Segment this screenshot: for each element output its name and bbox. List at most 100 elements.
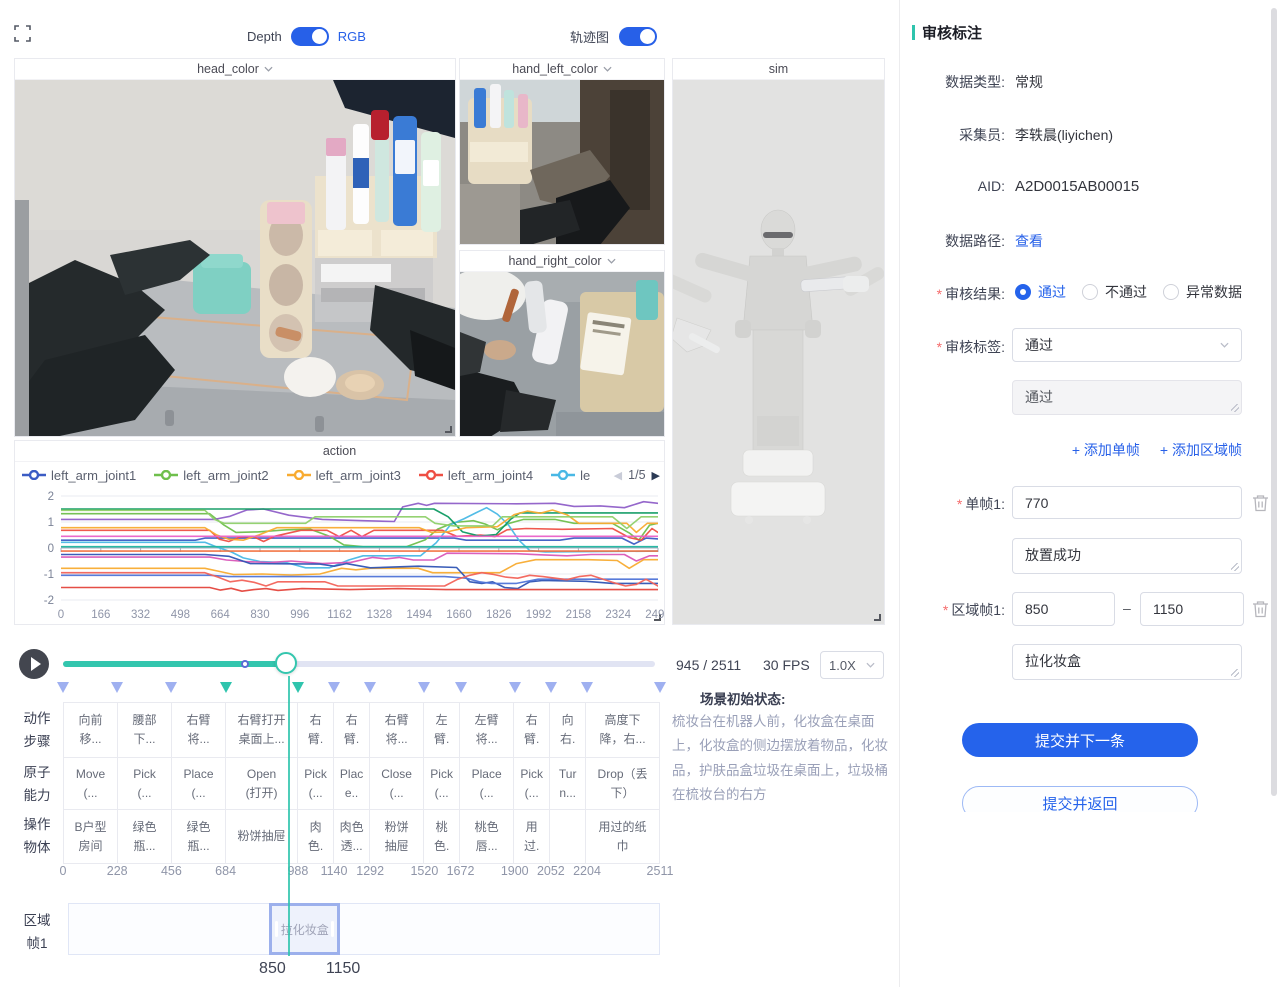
submit-next-button[interactable]: 提交并下一条 — [962, 723, 1198, 757]
step-marker-triangle[interactable] — [364, 682, 376, 693]
radio-selected-icon[interactable] — [1015, 284, 1031, 300]
legend-line-icon — [22, 470, 46, 480]
action-line-chart: 210-1-2016633249866483099611621328149416… — [15, 488, 664, 624]
step-marker-triangle[interactable] — [111, 682, 123, 693]
region-end-label: 1150 — [326, 960, 360, 978]
review-panel-title: 审核标注 — [912, 22, 982, 43]
region-frame-label: *区域帧1: — [912, 600, 1005, 620]
region-end-input[interactable]: 1150 — [1140, 592, 1244, 626]
review-tag-select[interactable]: 通过 — [1012, 328, 1242, 362]
play-button[interactable] — [19, 649, 49, 679]
radio-option-通过[interactable]: 通过 — [1015, 282, 1066, 302]
legend-item[interactable]: le — [551, 468, 590, 483]
legend-next-icon[interactable]: ▶ — [652, 469, 660, 482]
region-start-input[interactable]: 850 — [1012, 592, 1115, 626]
step-marker-triangle[interactable] — [418, 682, 430, 693]
legend-item[interactable]: left_arm_joint4 — [419, 468, 533, 483]
legend-label: left_arm_joint3 — [316, 468, 401, 483]
single-frame-marker-dot[interactable] — [241, 660, 249, 668]
radio-option-异常数据[interactable]: 异常数据 — [1163, 282, 1242, 302]
hand-right-camera-header[interactable]: hand_right_color — [460, 251, 664, 272]
table-cell-object: B户型 房间 — [64, 810, 118, 863]
table-cell-ability: Plac e.. — [334, 758, 370, 809]
step-marker-triangle[interactable] — [220, 682, 232, 693]
trajectory-toggle[interactable] — [619, 27, 657, 46]
legend-page-indicator: 1/5 — [628, 468, 645, 482]
fullscreen-icon[interactable] — [14, 25, 31, 42]
step-marker-triangle[interactable] — [545, 682, 557, 693]
table-cell-ability: Move (... — [64, 758, 118, 809]
frame-axis-label: 1140 — [321, 864, 348, 878]
step-marker-triangle[interactable] — [581, 682, 593, 693]
add-single-frame-link[interactable]: + 添加单帧 — [1072, 440, 1140, 460]
table-cell-ability: Tur n... — [550, 758, 586, 809]
table-cell-step: 腰部 下... — [118, 703, 172, 757]
legend-label: left_arm_joint1 — [51, 468, 136, 483]
legend-item[interactable]: left_arm_joint2 — [154, 468, 268, 483]
sim-robot-image — [673, 80, 884, 624]
table-cell-object: 桃 色. — [424, 810, 460, 863]
svg-text:2324: 2324 — [605, 609, 631, 621]
depth-rgb-toggle[interactable] — [291, 27, 329, 46]
legend-prev-icon[interactable]: ◀ — [614, 469, 622, 482]
range-dash: – — [1123, 600, 1131, 616]
step-marker-triangle[interactable] — [654, 682, 666, 693]
svg-text:2490: 2490 — [645, 609, 664, 621]
region-frame-box[interactable]: 拉化妆盒 — [269, 903, 340, 955]
region-desc-textarea[interactable]: 拉化妆盒 — [1012, 644, 1242, 680]
hand-left-camera-header[interactable]: hand_left_color — [460, 59, 664, 80]
svg-text:1328: 1328 — [367, 609, 393, 621]
step-marker-triangle[interactable] — [57, 682, 69, 693]
region-resize-handle-left[interactable] — [275, 921, 278, 937]
legend-item[interactable]: left_arm_joint3 — [287, 468, 401, 483]
head-camera-header[interactable]: head_color — [15, 59, 455, 80]
head-camera-panel: head_color — [14, 58, 456, 437]
table-cell-object: 肉 色. — [298, 810, 334, 863]
svg-text:166: 166 — [91, 609, 110, 621]
radio-option-不通过[interactable]: 不通过 — [1082, 282, 1147, 302]
add-region-frame-link[interactable]: + 添加区域帧 — [1160, 440, 1242, 460]
submit-return-button[interactable]: 提交并返回 — [962, 786, 1198, 812]
frame-axis-label: 1292 — [356, 864, 384, 878]
slider-handle[interactable] — [275, 652, 297, 674]
collector-label: 采集员: — [912, 125, 1005, 145]
legend-item[interactable]: left_arm_joint1 — [22, 468, 136, 483]
speed-select[interactable]: 1.0X — [820, 651, 884, 679]
radio-unselected-icon[interactable] — [1082, 284, 1098, 300]
single-frame-desc-textarea[interactable]: 放置成功 — [1012, 538, 1242, 574]
frame-axis-label: 228 — [107, 864, 128, 878]
frame-axis-label: 0 — [60, 864, 67, 878]
step-marker-triangle[interactable] — [165, 682, 177, 693]
sim-panel-title: sim — [769, 62, 788, 76]
svg-text:1162: 1162 — [327, 609, 352, 621]
panel-resize-handle[interactable] — [874, 614, 881, 621]
frame-axis-label: 1900 — [501, 864, 529, 878]
frame-axis-label: 2511 — [647, 864, 674, 878]
row-label-action-steps: 动作 步骤 — [14, 708, 60, 754]
sim-panel: sim — [672, 58, 885, 625]
table-cell-object: 桃色 唇... — [460, 810, 514, 863]
svg-text:-2: -2 — [44, 595, 54, 607]
region-resize-handle-right[interactable] — [331, 921, 334, 937]
radio-unselected-icon[interactable] — [1163, 284, 1179, 300]
review-panel: 审核标注 数据类型: 常规 采集员: 李轶晨(liyichen) AID: A2… — [900, 0, 1280, 812]
playback-slider[interactable] — [63, 661, 655, 667]
step-marker-triangle[interactable] — [292, 682, 304, 693]
review-tag-note-textarea[interactable]: 通过 — [1012, 380, 1242, 415]
svg-text:996: 996 — [290, 609, 309, 621]
region-frame-track[interactable]: 拉化妆盒 — [68, 903, 660, 955]
row-label-atomic-ability: 原子 能力 — [14, 762, 60, 808]
step-marker-triangle[interactable] — [328, 682, 340, 693]
delete-single-frame-icon[interactable] — [1252, 494, 1270, 512]
hand-left-camera-panel: hand_left_color — [459, 58, 665, 245]
panel-resize-handle[interactable] — [445, 426, 452, 433]
data-path-view-link[interactable]: 查看 — [1015, 231, 1043, 251]
data-type-label: 数据类型: — [912, 72, 1005, 92]
scrollbar-thumb[interactable] — [1271, 8, 1277, 796]
step-marker-triangle[interactable] — [509, 682, 521, 693]
playhead-line[interactable] — [288, 676, 290, 956]
delete-region-frame-icon[interactable] — [1252, 600, 1270, 618]
step-marker-triangle[interactable] — [455, 682, 467, 693]
single-frame-input[interactable]: 770 — [1012, 486, 1242, 519]
chevron-down-icon — [866, 662, 875, 668]
